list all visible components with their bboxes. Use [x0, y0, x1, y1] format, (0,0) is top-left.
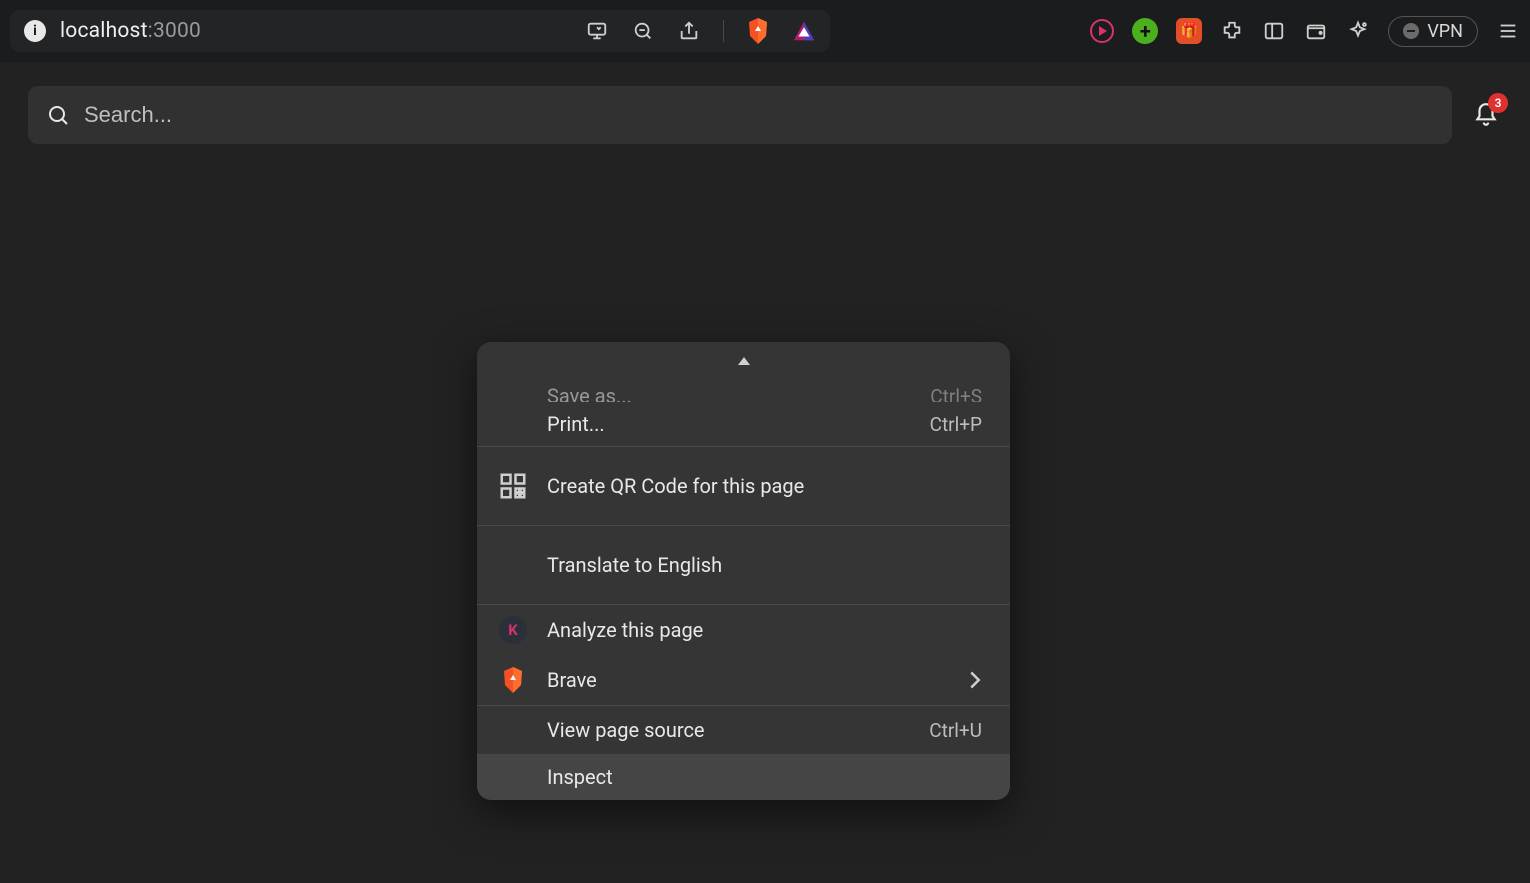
context-label: Translate to English — [547, 553, 982, 577]
toolbar-divider — [723, 20, 724, 42]
extension-media-icon[interactable] — [1090, 19, 1114, 43]
url-port: :3000 — [148, 19, 201, 43]
hamburger-menu-icon[interactable] — [1496, 19, 1520, 43]
page-body: 3 Save as... Ctrl+S Print... Ctrl+P Crea… — [0, 62, 1530, 883]
context-item-analyze[interactable]: K Analyze this page — [477, 605, 1010, 655]
context-item-inspect[interactable]: Inspect — [477, 754, 1010, 800]
extensions-icon[interactable] — [1220, 19, 1244, 43]
qr-code-icon — [495, 471, 531, 501]
context-label: Save as... — [547, 384, 914, 402]
context-label: Inspect — [547, 765, 982, 789]
context-label: Print... — [547, 412, 914, 436]
browser-toolbar: i localhost:3000 + 🎁 — [0, 0, 1530, 62]
notifications-button[interactable]: 3 — [1470, 99, 1502, 131]
context-label: View page source — [547, 718, 913, 742]
leo-ai-icon[interactable] — [1346, 19, 1370, 43]
context-label: Analyze this page — [547, 618, 982, 642]
context-item-print[interactable]: Print... Ctrl+P — [477, 402, 1010, 446]
brave-shield-icon — [495, 666, 531, 694]
analyze-extension-icon: K — [495, 616, 531, 644]
context-menu-scroll-up[interactable] — [477, 342, 1010, 380]
url-host: localhost — [60, 19, 148, 43]
zoom-out-icon[interactable] — [631, 19, 655, 43]
extension-gift-icon[interactable]: 🎁 — [1176, 18, 1202, 44]
vpn-button[interactable]: VPN — [1388, 16, 1478, 47]
url-display[interactable]: localhost:3000 — [60, 19, 201, 43]
brave-shield-icon[interactable] — [746, 19, 770, 43]
context-item-save-as[interactable]: Save as... Ctrl+S — [477, 380, 1010, 402]
wallet-icon[interactable] — [1304, 19, 1328, 43]
address-bar-actions — [585, 19, 816, 43]
extension-add-icon[interactable]: + — [1132, 18, 1158, 44]
search-icon — [46, 103, 70, 127]
search-input[interactable] — [84, 102, 1434, 128]
context-item-qr-code[interactable]: Create QR Code for this page — [477, 447, 1010, 525]
context-shortcut: Ctrl+U — [929, 719, 982, 742]
chevron-right-icon — [968, 670, 982, 690]
install-app-icon[interactable] — [585, 19, 609, 43]
search-bar[interactable] — [28, 86, 1452, 144]
share-icon[interactable] — [677, 19, 701, 43]
context-item-view-source[interactable]: View page source Ctrl+U — [477, 706, 1010, 754]
context-item-brave-submenu[interactable]: Brave — [477, 655, 1010, 705]
address-bar[interactable]: i localhost:3000 — [10, 10, 830, 52]
notifications-badge: 3 — [1488, 93, 1508, 113]
browser-right-icons: + 🎁 VPN — [1090, 16, 1520, 47]
context-label: Brave — [547, 668, 952, 692]
site-info-icon[interactable]: i — [24, 20, 46, 42]
context-item-translate[interactable]: Translate to English — [477, 526, 1010, 604]
context-shortcut: Ctrl+S — [930, 385, 982, 402]
context-menu: Save as... Ctrl+S Print... Ctrl+P Create… — [477, 342, 1010, 800]
brave-rewards-icon[interactable] — [792, 19, 816, 43]
context-label: Create QR Code for this page — [547, 474, 982, 498]
vpn-label: VPN — [1427, 21, 1463, 42]
sidebar-toggle-icon[interactable] — [1262, 19, 1286, 43]
context-shortcut: Ctrl+P — [930, 413, 982, 436]
vpn-status-icon — [1403, 23, 1419, 39]
